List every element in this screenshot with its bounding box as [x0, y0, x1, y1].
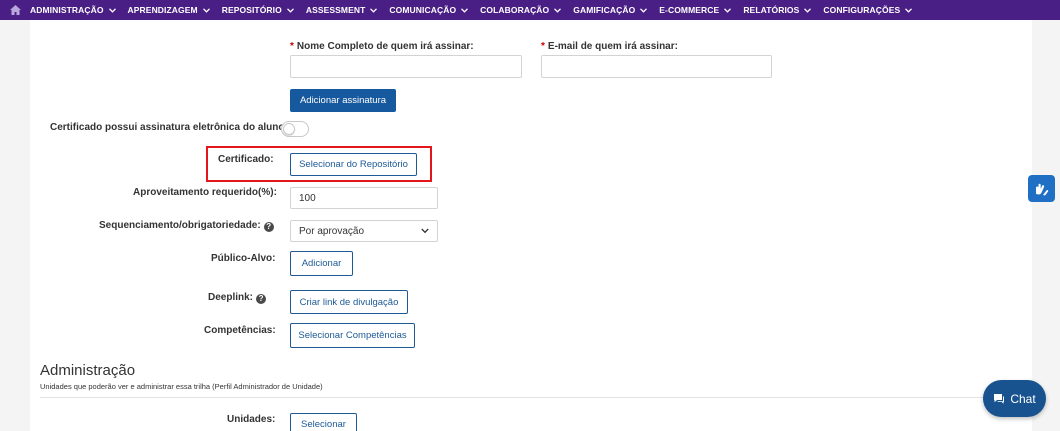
toggle-knob: [283, 123, 295, 135]
chevron-down-icon: [421, 226, 429, 237]
chevron-down-icon: [370, 7, 378, 13]
sequencing-select[interactable]: Por aprovação: [290, 220, 438, 242]
content-panel: * Nome Completo de quem irá assinar: * E-m…: [30, 20, 1032, 431]
chevron-down-icon: [461, 7, 469, 13]
help-icon[interactable]: ?: [256, 293, 267, 304]
hands-icon: [1036, 183, 1049, 196]
signer-name-input[interactable]: [290, 55, 522, 78]
select-units-button[interactable]: Selecionar: [290, 413, 357, 431]
nav-item-colaboracao[interactable]: COLABORAÇÃO: [480, 5, 562, 15]
chat-bubble-icon: [993, 393, 1005, 404]
chevron-down-icon: [286, 7, 294, 13]
nav-item-e-commerce[interactable]: E-COMMERCE: [659, 5, 732, 15]
certificate-label: Certificado:: [218, 154, 274, 165]
competencies-label: Competências:: [204, 325, 276, 336]
top-navigation: ADMINISTRAÇÃO APRENDIZAGEM REPOSITÓRIO A…: [0, 0, 1060, 20]
nav-item-administracao[interactable]: ADMINISTRAÇÃO: [30, 5, 116, 15]
nav-item-relatorios[interactable]: RELATÓRIOS: [743, 5, 812, 15]
signer-name-label: * Nome Completo de quem irá assinar:: [290, 41, 474, 52]
chat-button[interactable]: Chat: [983, 380, 1046, 417]
signer-email-label: * E-mail de quem irá assinar:: [541, 41, 678, 52]
required-score-label: Aproveitamento requerido(%):: [133, 187, 277, 198]
nav-item-assessment[interactable]: ASSESSMENT: [306, 5, 378, 15]
home-icon[interactable]: [0, 0, 30, 20]
help-icon[interactable]: ?: [263, 221, 274, 232]
electronic-signature-label: Certificado possui assinatura eletrônica…: [50, 122, 288, 133]
sequencing-label: Sequenciamento/obrigatoriedade:?: [99, 220, 274, 232]
deeplink-label: Deeplink:?: [208, 292, 267, 304]
chevron-down-icon: [640, 7, 648, 13]
units-label: Unidades:: [227, 414, 276, 425]
section-divider: [40, 397, 1022, 398]
chevron-down-icon: [108, 7, 116, 13]
create-deeplink-button[interactable]: Criar link de divulgação: [290, 290, 408, 314]
chevron-down-icon: [724, 7, 732, 13]
nav-item-configuracoes[interactable]: CONFIGURAÇÕES: [823, 5, 913, 15]
select-from-repository-button[interactable]: Selecionar do Repositório: [290, 153, 417, 176]
nav-item-gamificacao[interactable]: GAMIFICAÇÃO: [573, 5, 648, 15]
nav-item-comunicacao[interactable]: COMUNICAÇÃO: [389, 5, 469, 15]
chevron-down-icon: [554, 7, 562, 13]
chevron-down-icon: [905, 7, 913, 13]
signer-email-input[interactable]: [541, 55, 772, 78]
chevron-down-icon: [202, 7, 210, 13]
electronic-signature-toggle[interactable]: [281, 121, 309, 137]
administration-section-title: Administração: [40, 362, 136, 379]
sign-language-accessibility-button[interactable]: [1028, 175, 1055, 202]
administration-section-subtitle: Unidades que poderão ver e administrar e…: [40, 382, 323, 391]
nav-item-repositorio[interactable]: REPOSITÓRIO: [222, 5, 294, 15]
target-audience-label: Público-Alvo:: [211, 253, 276, 264]
add-signature-button[interactable]: Adicionar assinatura: [290, 89, 396, 112]
required-score-input[interactable]: 100: [290, 187, 438, 209]
select-competencies-button[interactable]: Selecionar Competências: [290, 323, 415, 348]
add-audience-button[interactable]: Adicionar: [290, 251, 353, 276]
chevron-down-icon: [804, 7, 812, 13]
nav-item-aprendizagem[interactable]: APRENDIZAGEM: [128, 5, 210, 15]
